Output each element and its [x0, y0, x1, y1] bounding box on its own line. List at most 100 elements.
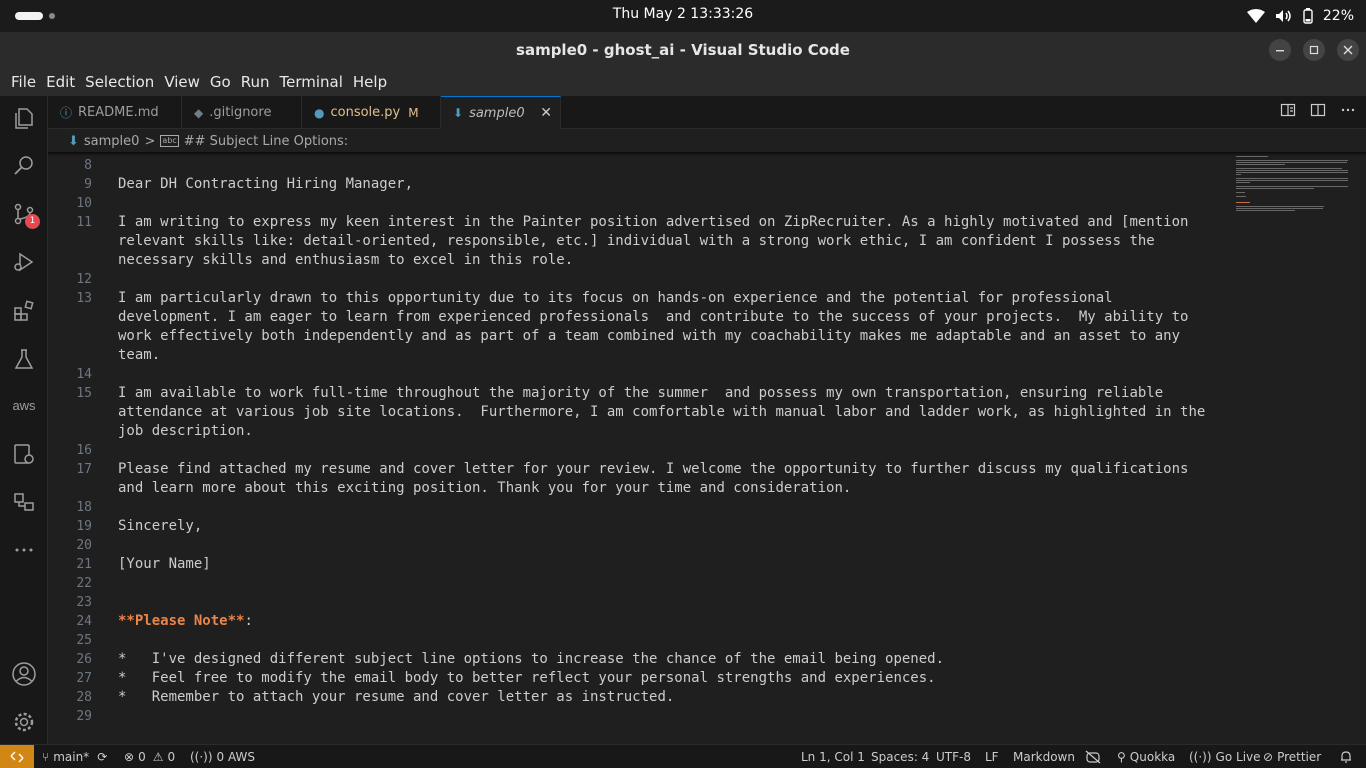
menu-bar: File Edit Selection View Go Run Terminal…: [0, 68, 1366, 96]
tab-console-py[interactable]: ● console.py M: [302, 96, 441, 129]
accounts-button[interactable]: [0, 652, 48, 696]
code-line[interactable]: work effectively both independently and …: [118, 327, 1180, 346]
indentation-status[interactable]: Spaces: 4: [871, 745, 929, 768]
gear-icon: [14, 712, 34, 732]
minimize-button[interactable]: [1269, 39, 1291, 61]
quokka-status[interactable]: ⚲ Quokka: [1117, 745, 1175, 768]
tab-sample0[interactable]: ⬇ sample0 ✕: [441, 96, 561, 129]
activity-bar: 1 aws: [0, 96, 48, 744]
minimap-line: [1236, 160, 1348, 161]
code-line[interactable]: relevant skills like: detail-oriented, r…: [118, 232, 1155, 251]
encoding-status[interactable]: UTF-8: [936, 745, 971, 768]
system-tray[interactable]: 22%: [1246, 6, 1354, 26]
window-title: sample0 - ghost_ai - Visual Studio Code: [516, 41, 850, 59]
run-debug-button[interactable]: [0, 240, 48, 284]
remote-indicator-button[interactable]: [0, 745, 34, 768]
menu-run[interactable]: Run: [236, 68, 275, 96]
line-number: 27: [76, 671, 92, 686]
aws-status[interactable]: AWS: [228, 745, 255, 768]
aws-button[interactable]: aws: [0, 383, 48, 427]
menu-terminal[interactable]: Terminal: [275, 68, 348, 96]
line-number: 25: [76, 633, 92, 648]
maximize-button[interactable]: [1303, 39, 1325, 61]
minimap-line: [1236, 156, 1268, 157]
minimap[interactable]: [1230, 152, 1366, 744]
warning-count: 0: [167, 749, 176, 764]
line-number: 16: [76, 443, 92, 458]
code-line[interactable]: team.: [118, 346, 160, 365]
testing-button[interactable]: [0, 337, 48, 381]
code-line[interactable]: I am particularly drawn to this opportun…: [118, 289, 1113, 308]
quokka-label: Quokka: [1129, 749, 1176, 764]
line-number: 21: [76, 557, 92, 572]
source-control-button[interactable]: 1: [0, 192, 48, 236]
code-line[interactable]: Sincerely,: [118, 517, 202, 536]
code-line[interactable]: development. I am eager to learn from ex…: [118, 308, 1188, 327]
breadcrumb-symbol[interactable]: ## Subject Line Options:: [184, 134, 348, 149]
more-views-button[interactable]: [0, 528, 48, 572]
editor[interactable]: 8 9 10 11 12 13 14 15 16 17 18 19 20 21 22 23 24 25 26 27 28…: [48, 152, 1366, 744]
tab-label: README.md: [78, 105, 159, 120]
extensions-button[interactable]: [0, 289, 48, 333]
close-window-button[interactable]: [1337, 39, 1359, 61]
language-mode-status[interactable]: Markdown: [1013, 745, 1075, 768]
prettier-icon: ⊘: [1263, 749, 1274, 764]
minimap-line: [1236, 172, 1348, 173]
explorer-button[interactable]: [0, 96, 48, 140]
line-number: 10: [76, 196, 92, 211]
containers-button[interactable]: [0, 480, 48, 524]
breadcrumb-file[interactable]: sample0: [84, 134, 140, 149]
cursor-position-status[interactable]: Ln 1, Col 1: [801, 745, 865, 768]
branch-name: main*: [53, 749, 90, 764]
line-number: 28: [76, 690, 92, 705]
line-number: [48, 479, 92, 498]
minimap-line: [1236, 206, 1324, 207]
search-button[interactable]: [0, 143, 48, 187]
code-line-text: Sincerely,: [118, 518, 203, 534]
code-line[interactable]: **Please Note**:: [118, 612, 253, 631]
code-line[interactable]: * Remember to attach your resume and cov…: [118, 688, 674, 707]
code-line[interactable]: attendance at various job site locations…: [118, 403, 1205, 422]
code-line[interactable]: necessary skills and enthusiasm to excel…: [118, 251, 573, 270]
tab-label: sample0: [469, 105, 525, 121]
line-number: 18: [76, 500, 92, 515]
split-editor-icon[interactable]: [1310, 102, 1326, 118]
tab-gitignore[interactable]: ◆ .gitignore: [182, 96, 302, 129]
menu-view[interactable]: View: [159, 68, 205, 96]
branch-status[interactable]: ⑂ main* ⟳: [42, 745, 107, 768]
line-number: 23: [76, 595, 92, 610]
close-tab-button[interactable]: ✕: [540, 105, 552, 121]
code-line[interactable]: and learn more about this exciting posit…: [118, 479, 851, 498]
title-bar: sample0 - ghost_ai - Visual Studio Code: [0, 32, 1366, 68]
code-line[interactable]: Dear DH Contracting Hiring Manager,: [118, 175, 413, 194]
menu-edit[interactable]: Edit: [41, 68, 80, 96]
remote-explorer-button[interactable]: [0, 432, 48, 476]
system-clock[interactable]: Thu May 2 13:33:26: [0, 6, 1366, 22]
error-icon: ⊗: [124, 749, 135, 764]
code-line[interactable]: job description.: [118, 422, 253, 441]
menu-go[interactable]: Go: [205, 68, 236, 96]
prettier-status[interactable]: ⊘ Prettier: [1263, 745, 1321, 768]
info-icon: ⓘ: [60, 106, 73, 120]
code-line[interactable]: * Feel free to modify the email body to …: [118, 669, 936, 688]
code-line[interactable]: * I've designed different subject line o…: [118, 650, 944, 669]
remote-explorer-icon: [14, 444, 34, 464]
code-line[interactable]: I am writing to express my keen interest…: [118, 213, 1188, 232]
notifications-status[interactable]: [1339, 745, 1353, 768]
code-line[interactable]: Please find attached my resume and cover…: [118, 460, 1188, 479]
code-line[interactable]: [Your Name]: [118, 555, 211, 574]
eol-status[interactable]: LF: [985, 745, 999, 768]
open-preview-icon[interactable]: [1280, 102, 1296, 118]
minimap-line: [1236, 170, 1348, 171]
more-actions-icon[interactable]: [1340, 102, 1356, 118]
menu-selection[interactable]: Selection: [80, 68, 159, 96]
problems-status[interactable]: ⊗ 0 ⚠ 0: [124, 745, 175, 768]
manage-button[interactable]: [0, 700, 48, 744]
copilot-status[interactable]: [1085, 745, 1101, 768]
tab-readme[interactable]: ⓘ README.md: [48, 96, 182, 129]
menu-file[interactable]: File: [6, 68, 41, 96]
ports-status[interactable]: ((·)) 0: [190, 745, 224, 768]
go-live-status[interactable]: ((·)) Go Live: [1189, 745, 1261, 768]
code-line[interactable]: I am available to work full-time through…: [118, 384, 1163, 403]
menu-help[interactable]: Help: [348, 68, 392, 96]
